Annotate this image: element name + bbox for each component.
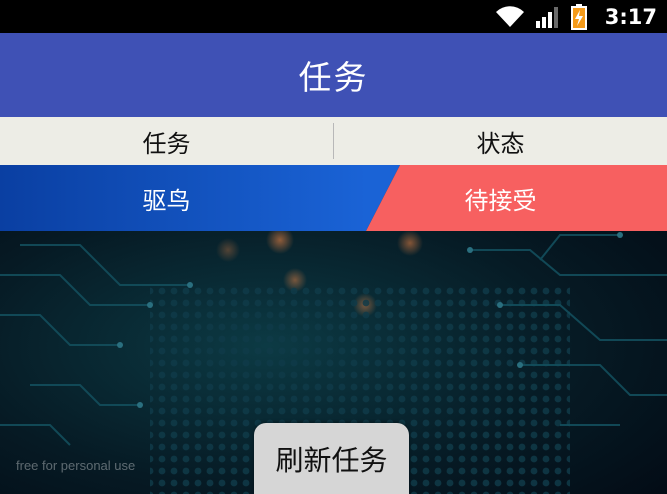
app-bar: 任务 bbox=[0, 33, 667, 117]
app-screen: 3:17 任务 任务 状态 驱鸟 待接受 free for personal u… bbox=[0, 0, 667, 494]
table-row[interactable]: 驱鸟 待接受 bbox=[0, 165, 667, 231]
status-icons: 3:17 bbox=[495, 0, 667, 33]
header-status: 状态 bbox=[476, 129, 525, 158]
task-status: 待接受 bbox=[464, 186, 537, 215]
signal-icon bbox=[535, 6, 558, 28]
battery-charging-icon bbox=[570, 3, 587, 30]
task-name: 驱鸟 bbox=[142, 186, 191, 215]
status-bar: 3:17 bbox=[0, 0, 667, 33]
table-header: 任务 状态 bbox=[0, 117, 667, 165]
status-time: 3:17 bbox=[604, 4, 657, 29]
app-title: 任务 bbox=[298, 58, 369, 97]
wifi-icon bbox=[495, 5, 524, 27]
header-task: 任务 bbox=[142, 129, 191, 158]
refresh-tasks-button[interactable]: 刷新任务 bbox=[254, 423, 409, 494]
watermark-text: free for personal use bbox=[16, 458, 136, 473]
